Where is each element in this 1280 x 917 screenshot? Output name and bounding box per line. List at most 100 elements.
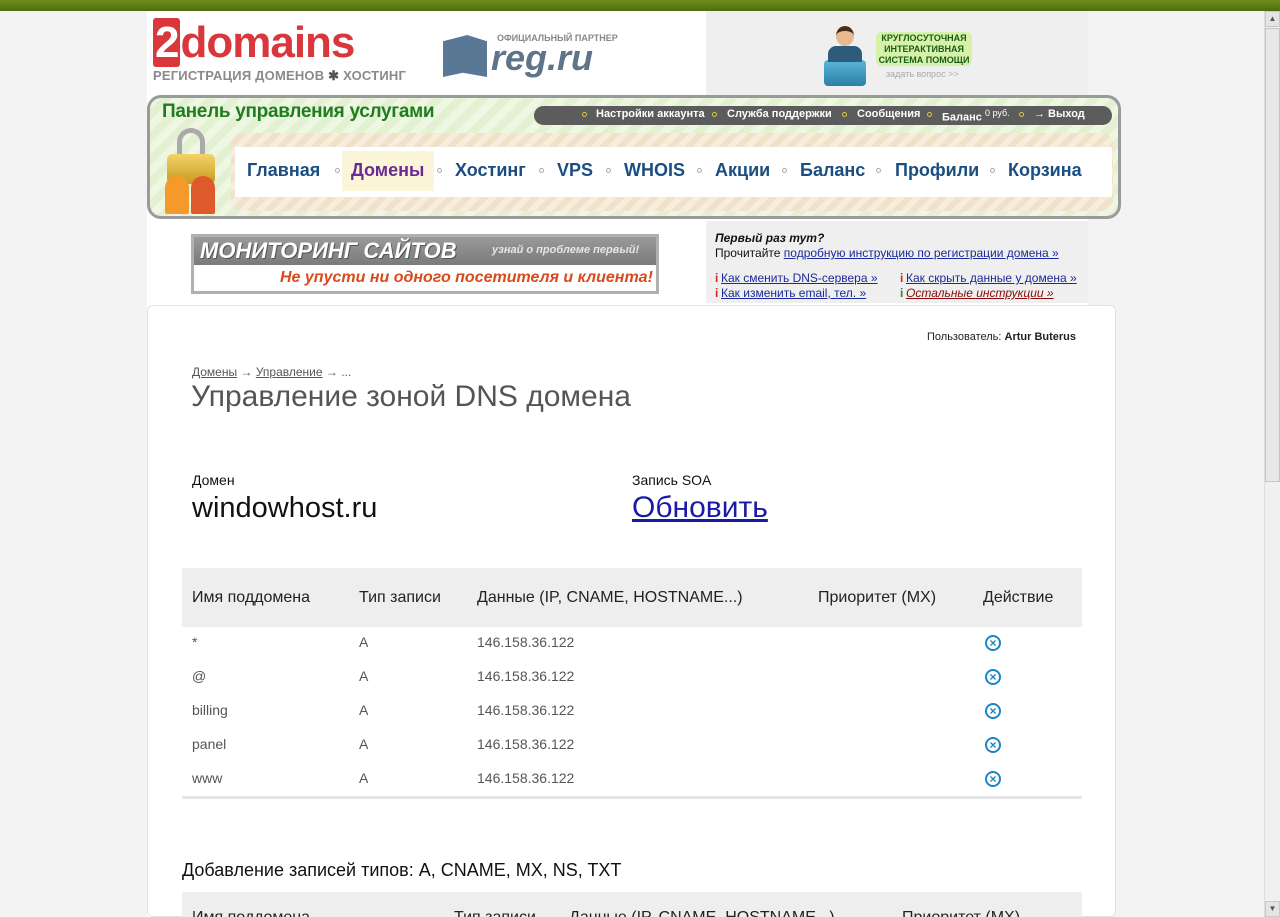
row-subdomain: billing — [192, 702, 228, 718]
panel-title: Панель управления услугами — [162, 101, 435, 122]
add-records-title: Добавление записей типов: A, CNAME, MX, … — [182, 860, 622, 880]
row-subdomain: www — [192, 770, 223, 786]
row-type: A — [359, 702, 369, 718]
site-logo[interactable]: 2domains РЕГИСТРАЦИЯ ДОМЕНОВ ✱ ХОСТИНГ — [153, 18, 406, 84]
add-col-priority: Приоритет (MX) — [902, 909, 1020, 917]
nav-separator-icon — [782, 168, 787, 173]
balance-link[interactable]: Баланс 0 руб. — [942, 108, 1010, 124]
nav-balance[interactable]: Баланс — [800, 160, 865, 181]
delete-record-icon[interactable]: × — [985, 669, 1001, 685]
monitoring-banner[interactable]: МОНИТОРИНГ САЙТОВ узнай о проблеме первы… — [191, 234, 659, 294]
breadcrumb-arrow: → — [325, 365, 338, 379]
logout-link[interactable]: → Выход — [1034, 108, 1085, 120]
nav-domains[interactable]: Домены — [351, 160, 424, 181]
scroll-down-icon[interactable]: ▼ — [1265, 901, 1280, 917]
add-col-type: Тип записи — [454, 909, 536, 917]
info-read-prefix: Прочитайте — [715, 246, 781, 260]
row-data: 146.158.36.122 — [477, 736, 575, 752]
delete-record-icon[interactable]: × — [985, 771, 1001, 787]
ask-question-link[interactable]: задать вопрос >> — [886, 69, 959, 79]
info-mark-icon: i — [715, 286, 719, 300]
support-link[interactable]: Служба поддержки — [727, 108, 832, 120]
col-action: Действие — [983, 589, 1054, 606]
breadcrumb: Домены → Управление → ... — [192, 365, 351, 379]
info-read-line: Прочитайте подробную инструкцию по регис… — [715, 246, 1059, 260]
account-bar: Настройки аккаунта Служба поддержки Сооб… — [534, 106, 1112, 125]
nav-whois[interactable]: WHOIS — [624, 160, 685, 181]
logo-star-icon: ✱ — [328, 68, 340, 83]
info-mark-icon: i — [715, 271, 719, 285]
user-label: Пользователь: — [927, 331, 1002, 343]
logo-tagline-left: РЕГИСТРАЦИЯ ДОМЕНОВ — [153, 68, 325, 83]
row-type: A — [359, 770, 369, 786]
support-operator-icon — [824, 26, 866, 86]
banner-title: МОНИТОРИНГ САЙТОВ — [200, 238, 457, 263]
regru-folder-icon — [443, 35, 487, 77]
nav-separator-icon — [697, 168, 702, 173]
row-type: A — [359, 668, 369, 684]
row-data: 146.158.36.122 — [477, 702, 575, 718]
row-data: 146.158.36.122 — [477, 668, 575, 684]
banner-subtitle: узнай о проблеме первый! — [492, 244, 640, 256]
row-data: 146.158.36.122 — [477, 634, 575, 650]
row-type: A — [359, 736, 369, 752]
user-name: Artur Buterus — [1004, 331, 1077, 343]
delete-record-icon[interactable]: × — [985, 703, 1001, 719]
info-mark-icon: i — [900, 271, 904, 285]
nav-separator-icon — [606, 168, 611, 173]
bullet-icon — [1019, 112, 1024, 117]
nav-hosting[interactable]: Хостинг — [455, 160, 526, 181]
col-data: Данные (IP, CNAME, HOSTNAME...) — [477, 589, 743, 606]
change-email-link[interactable]: Как изменить email, тел. » — [721, 286, 866, 300]
bullet-icon — [582, 112, 587, 117]
logo-wordmark: 2domains — [153, 18, 406, 67]
add-col-data: Данные (IP, CNAME, HOSTNAME...) — [569, 909, 835, 917]
delete-record-icon[interactable]: × — [985, 737, 1001, 753]
row-subdomain: @ — [192, 668, 207, 684]
bullet-icon — [712, 112, 717, 117]
add-col-subdomain: Имя поддомена — [192, 909, 310, 917]
domain-label: Домен — [192, 472, 235, 488]
col-priority: Приоритет (MX) — [818, 589, 937, 606]
breadcrumb-domains[interactable]: Домены — [192, 365, 237, 379]
nav-profiles[interactable]: Профили — [895, 160, 979, 181]
row-subdomain: * — [192, 634, 198, 650]
change-dns-link[interactable]: Как сменить DNS-сервера » — [721, 271, 878, 285]
col-type: Тип записи — [359, 589, 441, 606]
balance-label: Баланс — [942, 111, 982, 124]
help-line-3: СИСТЕМА ПОМОЩИ — [878, 55, 970, 65]
breadcrumb-current: ... — [341, 365, 352, 379]
row-subdomain: panel — [192, 736, 227, 752]
help-bubble[interactable]: КРУГЛОСУТОЧНАЯ ИНТЕРАКТИВНАЯ СИСТЕМА ПОМ… — [876, 32, 972, 66]
messages-link[interactable]: Сообщения — [857, 108, 920, 120]
nav-promos[interactable]: Акции — [715, 160, 770, 181]
nav-home[interactable]: Главная — [247, 160, 320, 181]
breadcrumb-arrow: → — [240, 365, 253, 379]
scroll-thumb[interactable] — [1265, 28, 1280, 482]
info-mark-icon: i — [900, 286, 904, 300]
logo-tagline: РЕГИСТРАЦИЯ ДОМЕНОВ ✱ ХОСТИНГ — [153, 68, 406, 84]
info-title: Первый раз тут? — [715, 231, 825, 245]
nav-separator-icon — [876, 168, 881, 173]
soa-update-link[interactable]: Обновить — [632, 491, 768, 525]
hide-data-link[interactable]: Как скрыть данные у домена » — [906, 271, 1077, 285]
other-guides-link[interactable]: Остальные инструкции » — [906, 286, 1054, 300]
breadcrumb-manage[interactable]: Управление — [256, 365, 323, 379]
scroll-up-icon[interactable]: ▲ — [1265, 11, 1280, 27]
table-bottom-rule — [182, 796, 1082, 799]
row-type: A — [359, 634, 369, 650]
banner-slogan: Не упусти ни одного посетителя и клиента… — [280, 269, 653, 286]
logo-tagline-right: ХОСТИНГ — [343, 68, 407, 83]
bullet-icon — [842, 112, 847, 117]
help-line-2: ИНТЕРАКТИВНАЯ — [884, 44, 964, 54]
domain-name: windowhost.ru — [192, 492, 378, 524]
account-settings-link[interactable]: Настройки аккаунта — [596, 108, 705, 120]
delete-record-icon[interactable]: × — [985, 635, 1001, 651]
registration-guide-link[interactable]: подробную инструкцию по регистрации доме… — [784, 246, 1059, 260]
nav-separator-icon — [335, 168, 340, 173]
logo-two: 2 — [153, 18, 181, 67]
nav-vps[interactable]: VPS — [557, 160, 593, 181]
nav-cart[interactable]: Корзина — [1008, 160, 1082, 181]
nav-separator-icon — [990, 168, 995, 173]
lock-users-icon — [161, 128, 221, 214]
